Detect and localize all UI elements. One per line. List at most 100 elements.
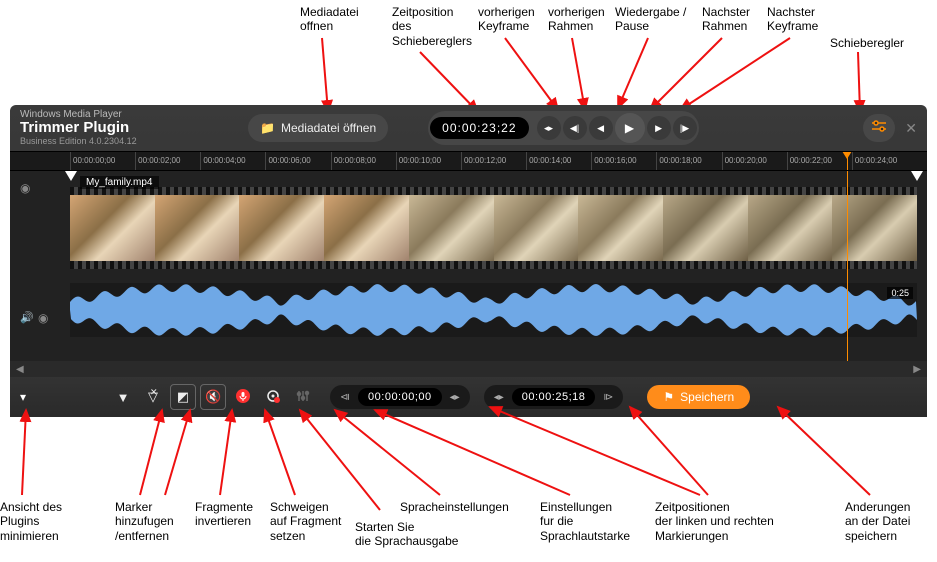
label-minimize: Ansicht des Plugins minimieren [0,500,62,543]
equalizer-icon [296,389,310,406]
sliders-icon [872,119,886,137]
save-button[interactable]: ⚑ Speichern [647,385,750,409]
flag-icon: ⚑ [663,390,674,404]
ruler-tick: 00:00:24;00 [852,152,917,170]
label-volume-settings: Einstellungen fur die Sprachlautstarke [540,500,630,543]
video-thumbnail [239,195,324,261]
right-marker-group: ◂▸ 00:00:25;18 ⧐ [484,385,624,409]
playhead-marker[interactable] [847,152,848,170]
play-pause-button[interactable]: ▶ [615,113,645,143]
ruler-tick: 00:00:18;00 [656,152,721,170]
mute-fragment-button[interactable]: 🔇 [200,384,226,410]
playback-controls: 00:00:23;22 ◂▸ ◀| ◀ ▶ ▶ |▶ [428,111,698,145]
volume-settings-button[interactable] [290,384,316,410]
video-thumbnail [663,195,748,261]
mute-icon: 🔇 [205,389,221,405]
label-prev-frame: vorherigen Rahmen [548,5,605,34]
title-block: Windows Media Player Trimmer Plugin Busi… [20,109,240,146]
voice-settings-button[interactable] [260,384,286,410]
video-thumbnail [578,195,663,261]
gear-icon [265,388,281,407]
nudge-button[interactable]: ◂▸ [537,116,561,140]
ruler-tick: 00:00:14;00 [526,152,591,170]
prev-frame-button[interactable]: ◀ [589,116,613,140]
video-track[interactable] [70,187,917,269]
folder-icon: 📁 [260,121,275,135]
duration-badge: 0:25 [887,287,913,299]
remove-marker-button[interactable]: ▽✕ [140,384,166,410]
ruler-tick: 00:00:08;00 [331,152,396,170]
next-frame-button[interactable]: ▶ [647,116,671,140]
invert-icon: ◩ [177,389,189,405]
voice-record-button[interactable] [230,384,256,410]
ruler-tick: 00:00:10;00 [396,152,461,170]
label-open-media: Mediadatei offnen [300,5,359,34]
speaker-icon[interactable]: 🔊 [20,311,34,324]
left-marker-group: ⧏ 00:00:00;00 ◂▸ [330,385,470,409]
go-end-button[interactable]: ⧐ [599,392,617,403]
label-marker-positions: Zeitpositionen der linken und rechten Ma… [655,500,774,543]
bottom-toolbar: ▾ ▼ ▽✕ ◩ 🔇 ⧏ [10,377,927,417]
ruler-tick: 00:00:04;00 [200,152,265,170]
nudge-left-button[interactable]: ◂▸ [446,392,464,403]
label-mute: Schweigen auf Fragment setzen [270,500,341,543]
playhead-line[interactable] [847,171,848,361]
plugin-window: Windows Media Player Trimmer Plugin Busi… [10,105,927,417]
video-thumbnail [70,195,155,261]
video-thumbnail [748,195,833,261]
chevron-down-icon: ▾ [20,390,26,404]
video-thumbnail [409,195,494,261]
ruler-tick: 00:00:02;00 [135,152,200,170]
next-keyframe-button[interactable]: |▶ [673,116,697,140]
video-thumbnail [324,195,409,261]
nav-row: ◀ ▶ [10,361,927,377]
left-track-marker[interactable] [65,171,77,181]
top-annotations: Mediadatei offnen Zeitposition des Schie… [0,0,937,105]
marker-remove-icon: ▽✕ [148,389,158,405]
right-marker-timecode: 00:00:25;18 [512,388,596,406]
left-marker-timecode: 00:00:00;00 [358,388,442,406]
minimize-button[interactable]: ▾ [20,390,26,404]
open-media-label: Mediadatei öffnen [281,121,376,135]
nudge-right-button[interactable]: ◂▸ [490,392,508,403]
open-media-button[interactable]: 📁 Mediadatei öffnen [248,114,388,142]
tracks-area: ◉ 🔊 ◉ My_family.mp4 0:25 [10,171,927,361]
video-thumbnail [494,195,579,261]
label-invert: Fragmente invertieren [195,500,253,529]
audio-track[interactable] [70,283,917,337]
ruler-tick: 00:00:16;00 [591,152,656,170]
eye-icon[interactable]: ◉ [20,181,30,195]
label-voice-settings: Spracheinstellungen [400,500,509,514]
timeline-ruler[interactable]: 00:00:00;0000:00:02;0000:00:04;0000:00:0… [10,151,927,171]
go-start-button[interactable]: ⧏ [336,392,354,403]
timecode-display: 00:00:23;22 [430,117,528,139]
version-label: Business Edition 4.0.2304.12 [20,137,240,147]
add-marker-button[interactable]: ▼ [110,384,136,410]
microphone-icon [236,389,250,406]
close-icon: ✕ [905,120,917,136]
label-slider: Schieberegler [830,36,904,50]
slider-settings-button[interactable] [863,114,895,142]
label-next-keyframe: Nachster Keyframe [767,5,818,34]
label-marker: Marker hinzufugen /entfernen [115,500,174,543]
header: Windows Media Player Trimmer Plugin Busi… [10,105,927,151]
label-play-pause: Wiedergabe / Pause [615,5,686,34]
video-thumbnail [832,195,917,261]
ruler-tick: 00:00:00;00 [70,152,135,170]
video-thumbnail [155,195,240,261]
scroll-left-button[interactable]: ◀ [16,364,24,375]
marker-add-icon: ▼ [117,390,130,405]
eye-icon-2[interactable]: ◉ [38,311,48,325]
label-voice-start: Starten Sie die Sprachausgabe [355,520,458,549]
label-prev-keyframe: vorherigen Keyframe [478,5,535,34]
plugin-title: Trimmer Plugin [20,120,240,137]
track-filename-label: My_family.mp4 [80,176,159,189]
ruler-tick: 00:00:20;00 [722,152,787,170]
prev-keyframe-button[interactable]: ◀| [563,116,587,140]
invert-fragments-button[interactable]: ◩ [170,384,196,410]
right-track-marker[interactable] [911,171,923,181]
scroll-right-button[interactable]: ▶ [913,364,921,375]
save-label: Speichern [680,390,734,404]
ruler-tick: 00:00:06;00 [265,152,330,170]
close-button[interactable]: ✕ [905,120,917,137]
